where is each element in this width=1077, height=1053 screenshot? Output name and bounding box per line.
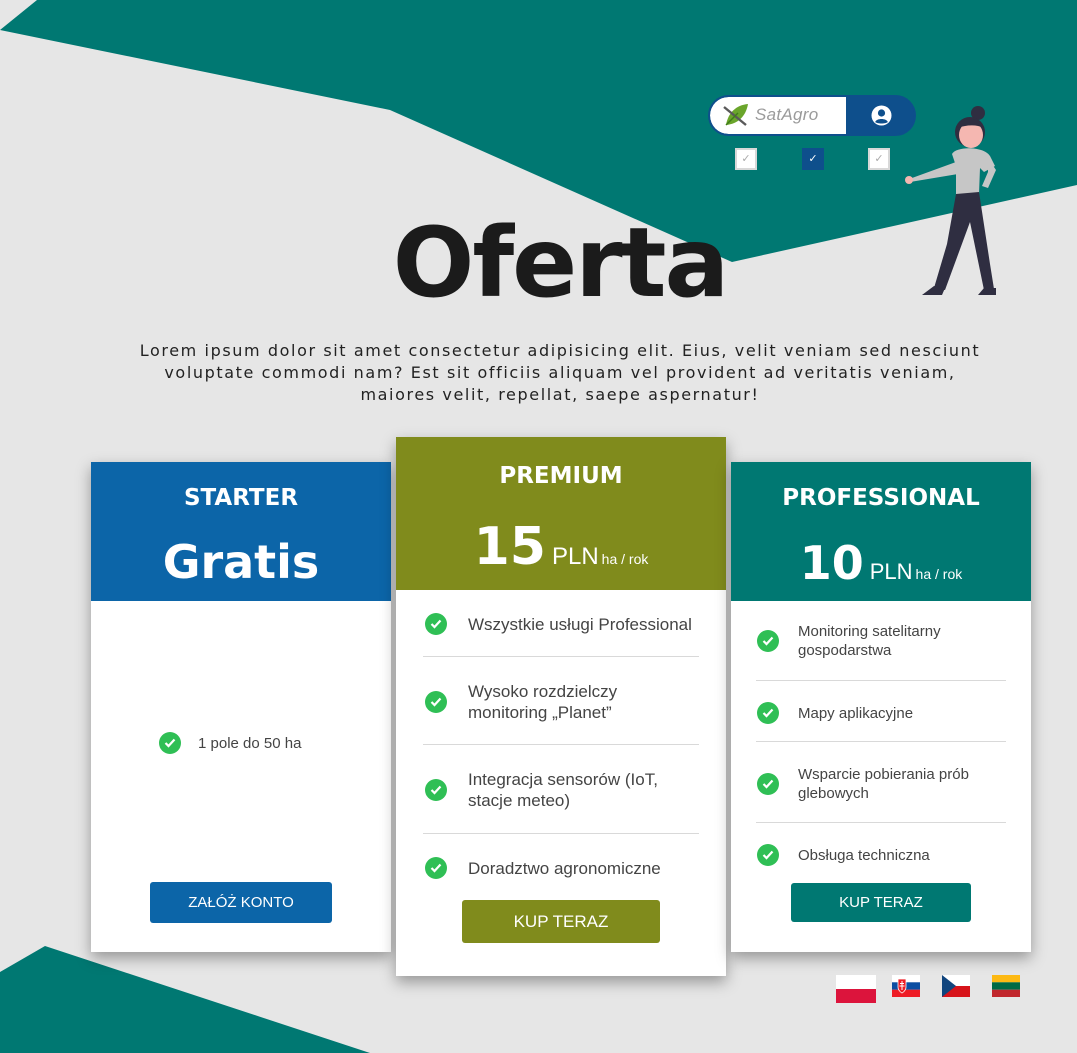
satagro-logo-bar: SatAgro — [710, 97, 914, 134]
plan-price: 15 PLN ha / rok — [396, 517, 726, 577]
divider — [423, 744, 699, 745]
feature-item: Doradztwo agronomiczne — [425, 857, 708, 879]
feature-item: Wsparcie pobierania prób glebowych — [757, 765, 998, 803]
flag-lithuania-icon[interactable] — [992, 975, 1020, 997]
feature-text: Obsługa techniczna — [798, 846, 930, 864]
user-circle-icon[interactable] — [871, 105, 892, 126]
logo-area: SatAgro — [710, 97, 846, 134]
checkbox-3[interactable]: ✓ — [868, 148, 890, 170]
plan-card-professional: PROFESSIONAL 10 PLN ha / rok Monitoring sa… — [731, 462, 1031, 952]
check-circle-icon — [757, 844, 779, 866]
plan-price: Gratis — [162, 535, 320, 589]
feature-item: Monitoring satelitarny gospodarstwa — [757, 622, 998, 660]
page-title: Oferta — [392, 207, 730, 319]
plan-card-starter: STARTER Gratis 1 pole do 50 ha ZAŁÓŻ KON… — [91, 462, 391, 952]
price-currency: PLN — [869, 559, 913, 584]
price-amount: 15 — [473, 517, 546, 577]
checkbox-2[interactable]: ✓ — [802, 148, 824, 170]
feature-text: Monitoring satelitarny gospodarstwa — [798, 623, 941, 659]
feature-text: 1 pole do 50 ha — [198, 734, 302, 752]
intro-paragraph: Lorem ipsum dolor sit amet consectetur a… — [139, 341, 981, 404]
flag-czech-icon[interactable] — [942, 975, 970, 997]
divider — [756, 680, 1006, 681]
price-unit: ha / rok — [601, 551, 649, 567]
flag-slovakia-icon[interactable] — [892, 975, 920, 997]
create-account-button[interactable]: ZAŁÓŻ KONTO — [150, 882, 332, 923]
check-circle-icon — [757, 773, 779, 795]
price-currency: PLN — [551, 543, 599, 570]
feature-text: Wszystkie usługi Professional — [468, 614, 692, 634]
flag-poland-icon[interactable] — [836, 975, 876, 1003]
check-circle-icon — [757, 702, 779, 724]
plan-header-professional: PROFESSIONAL 10 PLN ha / rok — [731, 462, 1031, 601]
check-circle-icon — [425, 857, 447, 879]
check-circle-icon — [425, 779, 447, 801]
plan-card-premium: PREMIUM 15 PLN ha / rok Wszystkie usługi P… — [396, 437, 726, 976]
feature-text: Doradztwo agronomiczne — [468, 858, 661, 878]
divider — [423, 833, 699, 834]
check-circle-icon — [425, 613, 447, 635]
plan-name: PREMIUM — [499, 463, 623, 489]
feature-item: Wysoko rozdzielczy monitoring „Planet” — [425, 681, 683, 723]
buy-now-button-premium[interactable]: KUP TERAZ — [462, 900, 660, 943]
feature-text: Wysoko rozdzielczy monitoring „Planet” — [468, 682, 618, 722]
divider — [756, 822, 1006, 823]
feature-item: 1 pole do 50 ha — [159, 732, 301, 754]
check-circle-icon — [425, 691, 447, 713]
buy-now-button-professional[interactable]: KUP TERAZ — [791, 883, 971, 922]
satellite-leaf-icon — [723, 104, 748, 126]
checkbox-1[interactable]: ✓ — [735, 148, 757, 170]
plan-name: STARTER — [183, 485, 299, 511]
price-unit: ha / rok — [915, 566, 963, 582]
check-circle-icon — [757, 630, 779, 652]
divider — [756, 741, 1006, 742]
plan-price: 10 PLN ha / rok — [731, 536, 1031, 590]
feature-item: Wszystkie usługi Professional — [425, 613, 708, 635]
divider — [423, 656, 699, 657]
feature-text: Integracja sensorów (IoT, stacje meteo) — [468, 770, 658, 810]
logo-text: SatAgro — [755, 105, 819, 124]
feature-text: Mapy aplikacyjne — [798, 704, 914, 722]
feature-item: Mapy aplikacyjne — [757, 702, 998, 724]
plan-header-premium: PREMIUM 15 PLN ha / rok — [396, 437, 726, 590]
check-circle-icon — [159, 732, 181, 754]
price-amount: 10 — [799, 536, 864, 590]
feature-text: Wsparcie pobierania prób glebowych — [798, 766, 969, 802]
plan-name: PROFESSIONAL — [782, 485, 980, 511]
feature-item: Obsługa techniczna — [757, 844, 998, 866]
plan-header-starter: STARTER Gratis — [91, 462, 391, 601]
feature-item: Integracja sensorów (IoT, stacje meteo) — [425, 769, 683, 811]
